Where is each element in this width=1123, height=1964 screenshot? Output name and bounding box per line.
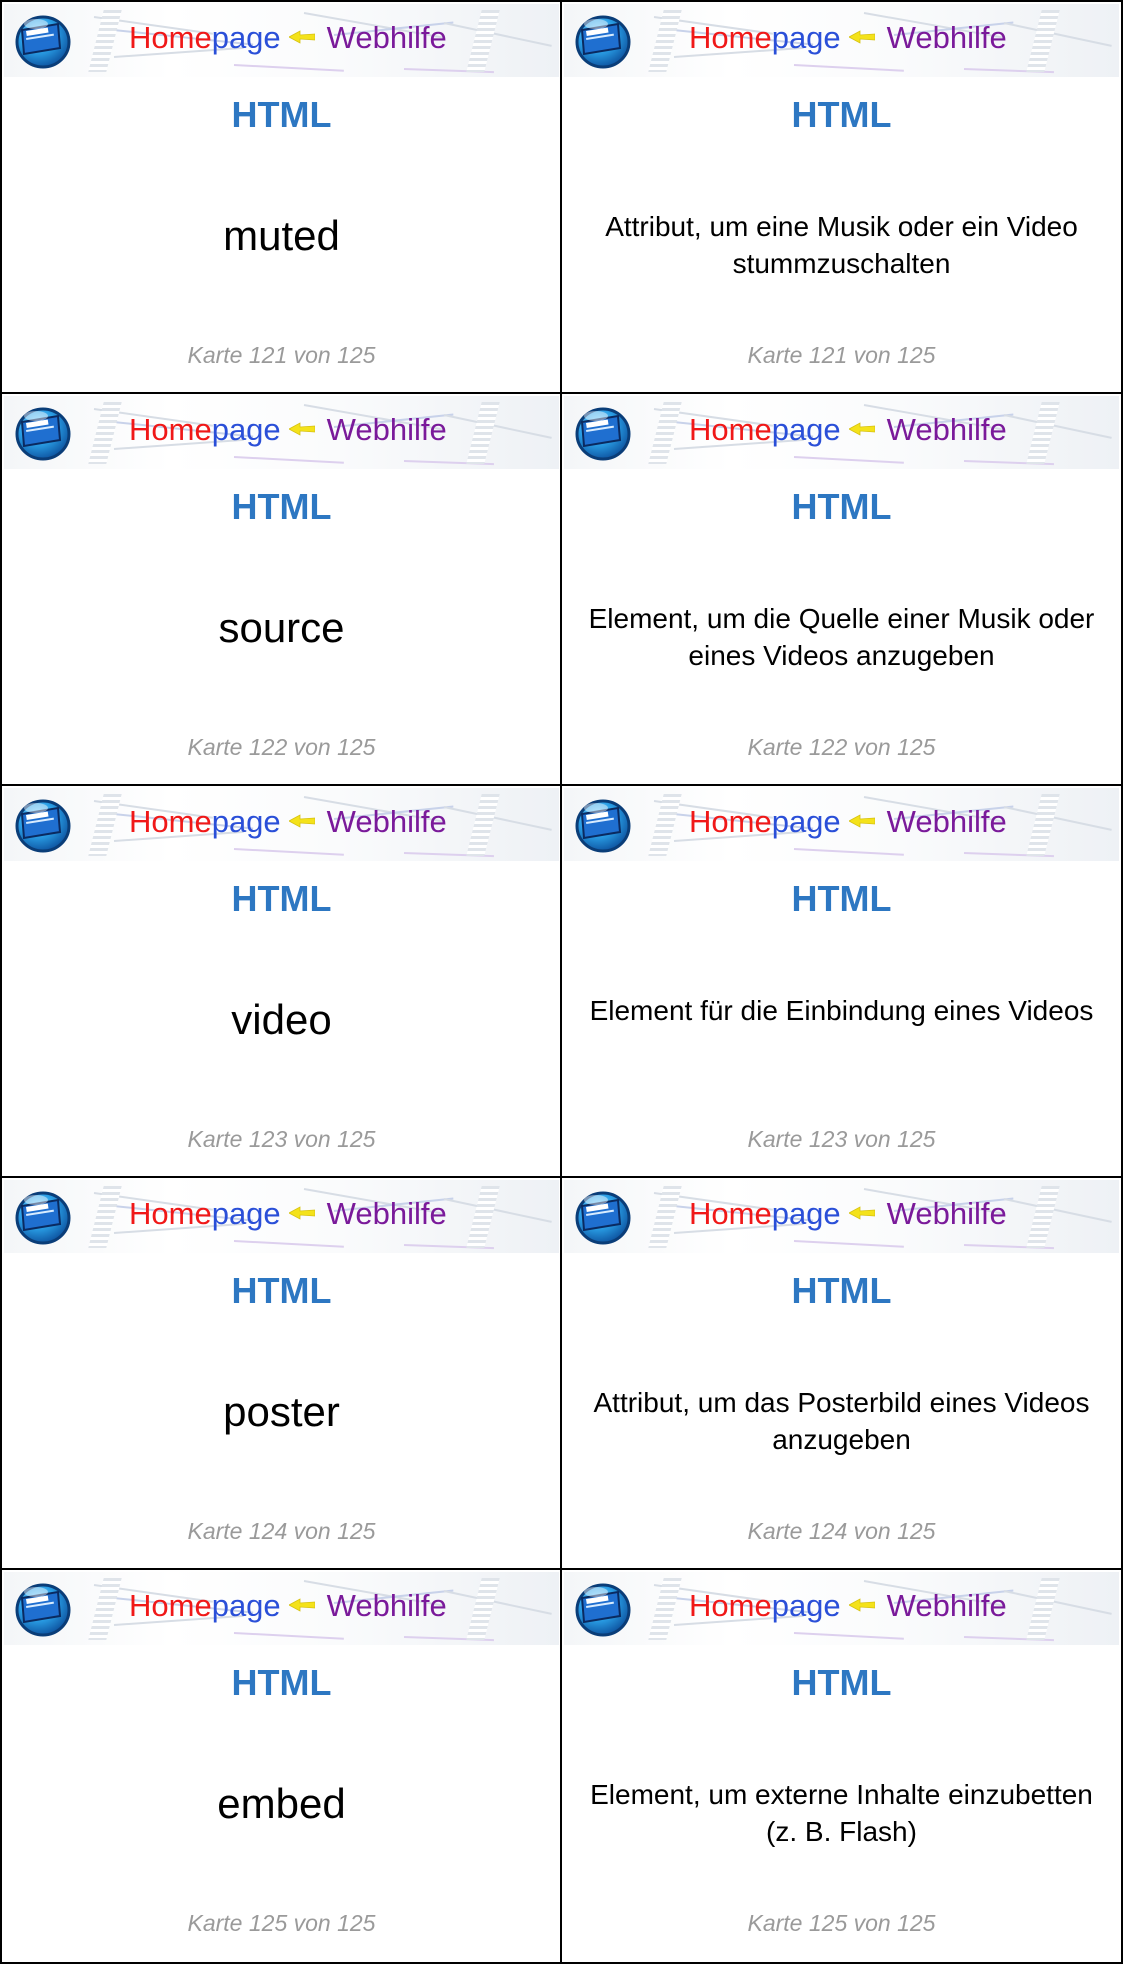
flashcard-sheet: Homepage Webhilfe HTML muted Karte 121 von … — [0, 0, 1123, 1964]
cut-line — [560, 0, 562, 1962]
cut-line — [0, 1568, 1123, 1570]
cut-line — [0, 0, 1123, 2]
cut-line — [0, 1176, 1123, 1178]
cut-line — [0, 784, 1123, 786]
cut-line — [0, 392, 1123, 394]
cut-lines — [0, 0, 1123, 1964]
cut-line — [0, 0, 2, 1962]
